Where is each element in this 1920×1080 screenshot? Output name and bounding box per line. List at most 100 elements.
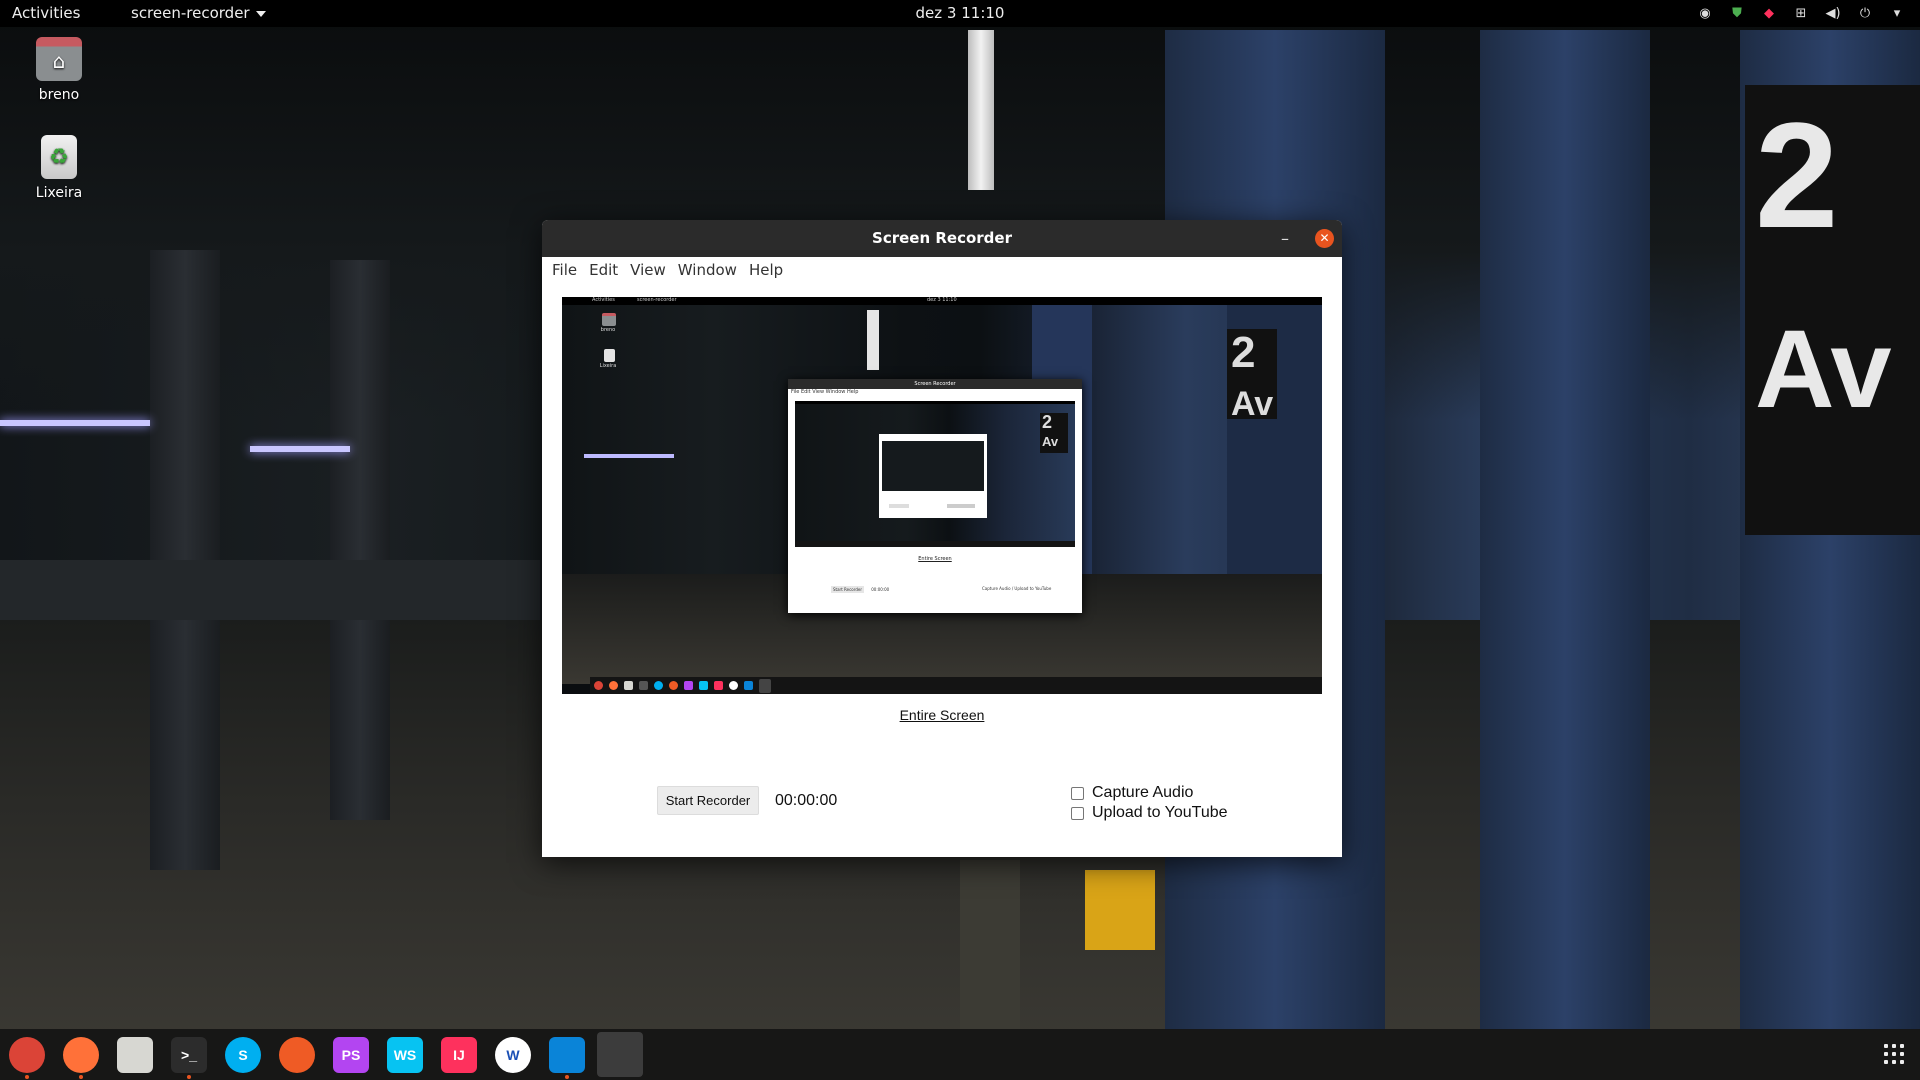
preview-light (584, 454, 674, 458)
firefox-icon[interactable] (63, 1037, 99, 1079)
preview-options: Capture Audio / Upload to YouTube (982, 586, 1052, 591)
dock-app-label: WS (393, 1047, 417, 1063)
clock[interactable]: dez 3 11:10 (916, 4, 1005, 22)
preview-vscode-icon (744, 681, 753, 690)
preview-menu: File Edit View Window Help (791, 389, 859, 395)
preview-nested-options (947, 504, 975, 508)
wallpaper-station-sign: 2 Av (1745, 85, 1920, 535)
source-caption[interactable]: Entire Screen (542, 707, 1342, 723)
intellij-icon[interactable]: IJ (441, 1037, 477, 1073)
desktop-icon-trash[interactable]: Lixeira (14, 135, 104, 201)
preview-trash-icon (604, 349, 615, 362)
desktop-icon-label: Lixeira (35, 185, 83, 201)
preview-intellij-icon (714, 681, 723, 690)
upload-youtube-checkbox[interactable] (1071, 806, 1084, 820)
vscode-icon[interactable] (549, 1037, 585, 1079)
home-folder-icon (36, 37, 82, 81)
upload-youtube-label: Upload to YouTube (1092, 804, 1228, 821)
preview-files-icon (624, 681, 633, 690)
preview-timer: 00:00:00 (871, 587, 890, 592)
upload-youtube-option[interactable]: Upload to YouTube (1071, 804, 1228, 822)
capture-audio-label: Capture Audio (1092, 784, 1194, 801)
running-indicator (565, 1075, 569, 1079)
screen-preview[interactable]: 2 Av Activities screen-recorder dez 3 11:… (562, 297, 1322, 694)
skype-icon[interactable]: S (225, 1037, 261, 1073)
preview-top-bar: Activities screen-recorder dez 3 11:10 (562, 297, 1322, 305)
preview-webstorm-icon (699, 681, 708, 690)
close-icon[interactable]: ✕ (1315, 229, 1334, 248)
preview-firefox-icon (609, 681, 618, 690)
phpstorm-icon[interactable]: PS (333, 1037, 369, 1073)
window-title: Screen Recorder (872, 229, 1012, 247)
window-titlebar[interactable]: Screen Recorder – ✕ (542, 220, 1342, 257)
activities-button[interactable]: Activities (12, 4, 80, 22)
volume-icon[interactable]: ◀) (1824, 4, 1842, 22)
menu-file[interactable]: File (546, 261, 583, 279)
menu-help[interactable]: Help (743, 261, 789, 279)
dock-app-label: IJ (453, 1047, 465, 1063)
running-indicator (187, 1075, 191, 1079)
preview-desk-label: Lixeira (599, 363, 617, 369)
preview-activities: Activities (592, 297, 615, 303)
preview-app-menu: screen-recorder (637, 297, 677, 303)
preview-chrome-icon (594, 681, 603, 690)
dock-app-label: W (506, 1047, 520, 1063)
show-applications-icon[interactable] (1884, 1044, 1904, 1064)
preview-nested-dock (795, 541, 1075, 547)
desktop-icon-label: breno (38, 87, 80, 103)
preview-nested-window (879, 434, 987, 518)
preview-window-title: Screen Recorder (788, 379, 1082, 389)
running-indicator (79, 1075, 83, 1079)
wps-icon[interactable]: W (495, 1037, 531, 1073)
preview-caption: Entire Screen (918, 556, 952, 562)
preview-station-sign: 2 Av (1227, 329, 1277, 423)
power-icon[interactable]: ⏻ (1856, 4, 1874, 22)
menu-view[interactable]: View (624, 261, 672, 279)
capture-audio-checkbox[interactable] (1071, 786, 1084, 800)
capture-audio-option[interactable]: Capture Audio (1071, 784, 1193, 802)
preview-light-tube (867, 310, 879, 370)
menu-window[interactable]: Window (672, 261, 743, 279)
active-app-slot[interactable] (597, 1032, 643, 1077)
network-icon[interactable]: ⊞ (1792, 4, 1810, 22)
preview-dock (590, 677, 1322, 694)
preview-nested-sign: 2 Av (1040, 413, 1068, 453)
postman-icon[interactable] (279, 1037, 315, 1073)
start-recorder-button[interactable]: Start Recorder (657, 786, 759, 815)
terminal-icon[interactable]: >_ (171, 1037, 207, 1079)
preview-skype-icon (654, 681, 663, 690)
chevron-down-icon[interactable]: ▾ (1888, 4, 1906, 22)
preview-home-folder-icon (602, 313, 616, 326)
recording-timer: 00:00:00 (775, 792, 838, 809)
preview-window: Screen Recorder File Edit View Window He… (788, 379, 1082, 613)
preview-clock: dez 3 11:10 (927, 297, 957, 303)
preview-nested-screen: 2 Av (795, 401, 1075, 547)
dock: >_ S PS WS IJ W (0, 1029, 1920, 1080)
wallpaper-yellow-block (1085, 870, 1155, 950)
minimize-icon[interactable]: – (1274, 220, 1296, 257)
desktop-icon-home[interactable]: breno (14, 37, 104, 103)
system-tray: ◉ ⛊ ◆ ⊞ ◀) ⏻ ▾ (1696, 4, 1906, 22)
preview-nested-topbar (795, 401, 1075, 404)
screen-recorder-window: Screen Recorder – ✕ File Edit View Windo… (542, 220, 1342, 857)
preview-wps-icon (729, 681, 738, 690)
chrome-icon[interactable] (9, 1037, 45, 1079)
recorder-controls: Start Recorder 00:00:00 Capture Audio Up… (542, 780, 1342, 840)
app-menu[interactable]: screen-recorder (131, 4, 266, 22)
wallpaper-light-tube (968, 30, 994, 190)
preview-postman-icon (669, 681, 678, 690)
dock-app-label: >_ (181, 1047, 197, 1063)
running-indicator (25, 1075, 29, 1079)
trash-icon (41, 135, 77, 179)
preview-nested-button (889, 504, 909, 508)
discord-icon[interactable]: ◉ (1696, 4, 1714, 22)
files-icon[interactable] (117, 1037, 153, 1073)
menu-edit[interactable]: Edit (583, 261, 624, 279)
menu-bar: File Edit View Window Help (542, 257, 1342, 283)
dock-app-label: PS (341, 1047, 361, 1063)
shield-icon[interactable]: ⛊ (1728, 4, 1746, 22)
preview-nested-screen-2 (882, 441, 984, 491)
jetbrains-toolbox-icon[interactable]: ◆ (1760, 4, 1778, 22)
preview-active-app-icon (759, 678, 771, 693)
webstorm-icon[interactable]: WS (387, 1037, 423, 1073)
